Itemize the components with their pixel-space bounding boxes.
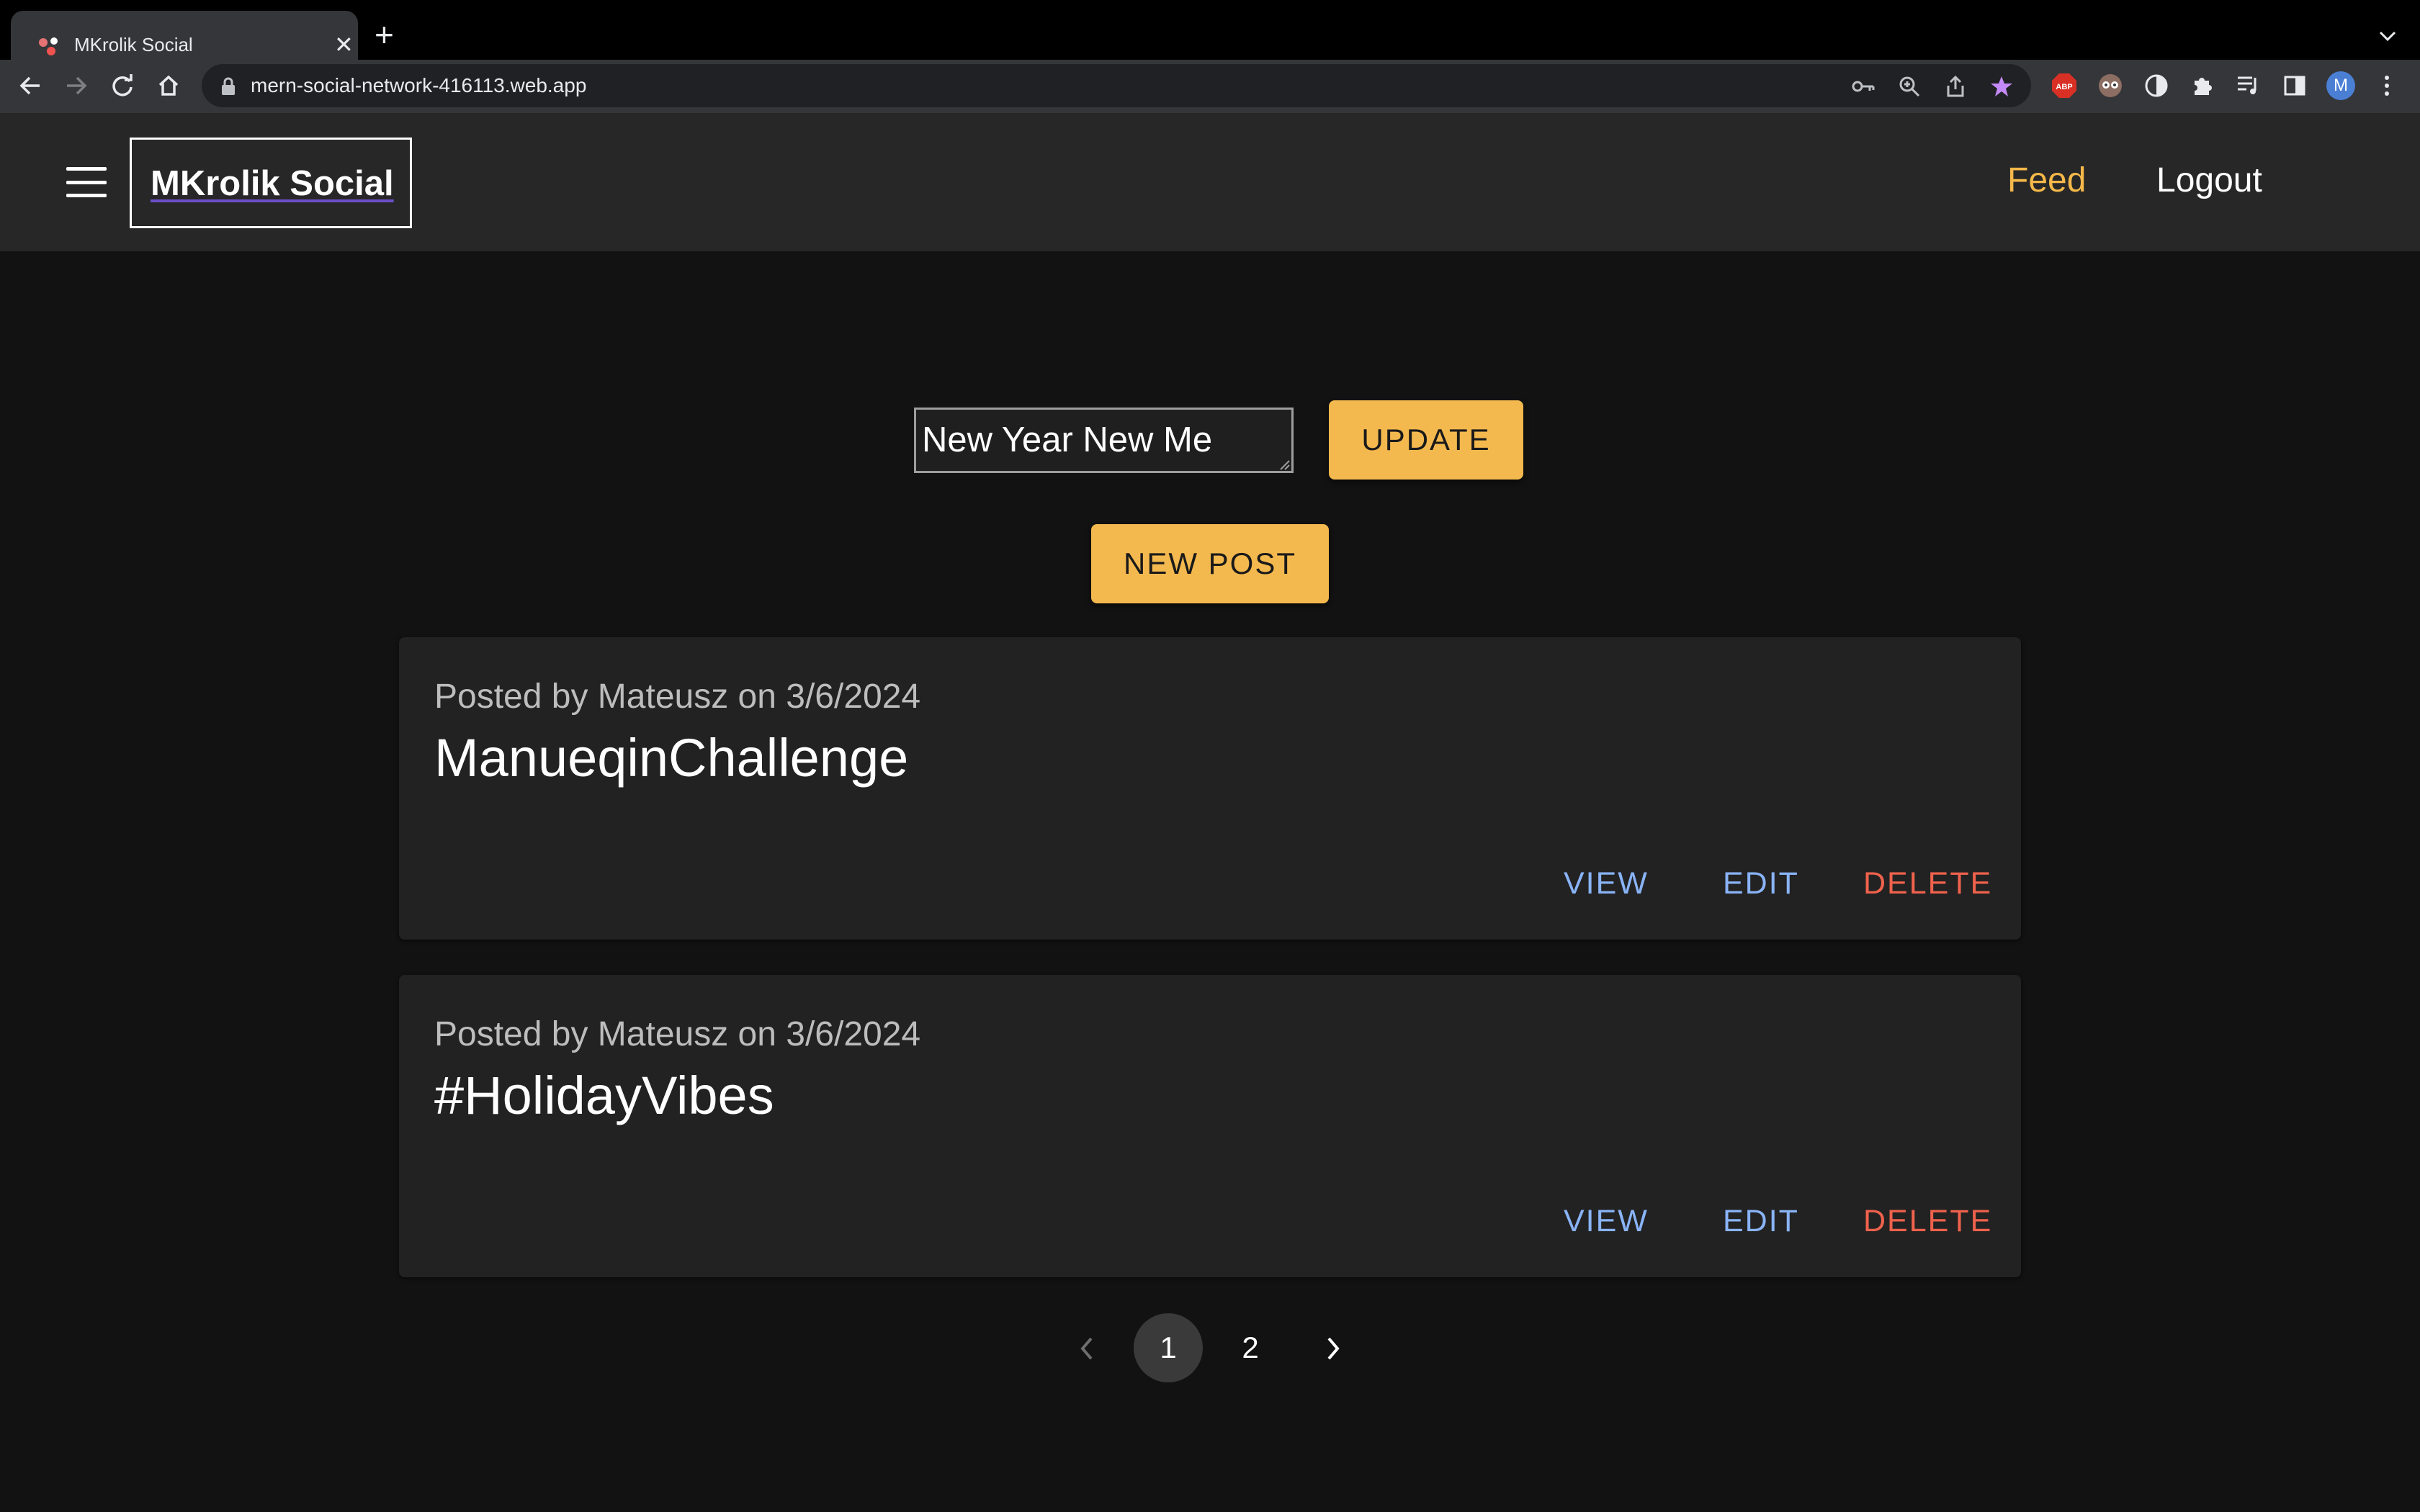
pagination-next-icon[interactable]	[1315, 1331, 1351, 1367]
new-tab-icon[interactable]: +	[375, 16, 394, 53]
tab-close-icon[interactable]: ✕	[334, 31, 354, 58]
new-post-button[interactable]: NEW POST	[1091, 524, 1329, 603]
bookmark-star-icon[interactable]	[1989, 74, 2014, 99]
site-favicon-icon	[39, 37, 58, 55]
app-header: MKrolik Social Feed Logout	[0, 113, 2420, 251]
post-meta: Posted by Mateusz on 3/6/2024	[434, 1015, 921, 1053]
media-queue-icon[interactable]	[2234, 71, 2263, 100]
post-title: ManueqinChallenge	[434, 728, 909, 788]
pagination-page-1[interactable]: 1	[1134, 1313, 1203, 1382]
view-post-button[interactable]: VIEW	[1564, 866, 1649, 901]
tab-title: MKrolik Social	[74, 34, 193, 55]
forward-icon[interactable]	[60, 70, 92, 102]
post-title: #HolidayVibes	[434, 1066, 774, 1125]
post-card: Posted by Mateusz on 3/6/2024 #HolidayVi…	[399, 975, 2021, 1277]
brand-logo-link[interactable]: MKrolik Social	[130, 138, 412, 228]
dark-mode-extension-icon[interactable]	[2142, 71, 2171, 100]
brand-title: MKrolik Social	[151, 164, 394, 203]
home-icon[interactable]	[153, 70, 184, 102]
delete-post-button[interactable]: DELETE	[1863, 866, 1992, 901]
side-panel-icon[interactable]	[2280, 71, 2309, 100]
hamburger-menu-icon[interactable]	[66, 167, 107, 197]
pagination-prev-icon[interactable]	[1069, 1331, 1105, 1367]
password-key-icon[interactable]	[1851, 74, 1876, 99]
view-post-button[interactable]: VIEW	[1564, 1204, 1649, 1239]
address-bar[interactable]: mern-social-network-416113.web.app	[202, 64, 2031, 107]
post-card: Posted by Mateusz on 3/6/2024 ManueqinCh…	[399, 637, 2021, 940]
delete-post-button[interactable]: DELETE	[1863, 1204, 1992, 1239]
nav-link-feed[interactable]: Feed	[2007, 161, 2086, 200]
share-icon[interactable]	[1943, 74, 1968, 99]
back-icon[interactable]	[14, 70, 46, 102]
browser-toolbar: mern-social-network-416113.web.app ABP M	[0, 60, 2420, 113]
glasses-extension-icon[interactable]	[2096, 71, 2125, 100]
edit-post-button[interactable]: EDIT	[1723, 1204, 1799, 1239]
svg-text:ABP: ABP	[2056, 83, 2072, 91]
reload-icon[interactable]	[107, 70, 138, 102]
textarea-resize-grip-icon[interactable]	[1278, 458, 1291, 471]
update-button[interactable]: UPDATE	[1329, 400, 1523, 480]
browser-tab[interactable]: MKrolik Social ✕	[11, 11, 358, 60]
adblock-extension-icon[interactable]: ABP	[2050, 71, 2079, 100]
edit-post-button[interactable]: EDIT	[1723, 866, 1799, 901]
pagination-page-2[interactable]: 2	[1216, 1313, 1285, 1382]
profile-avatar-icon[interactable]: M	[2326, 71, 2355, 100]
post-title-input[interactable]: New Year New Me	[914, 408, 1294, 473]
browser-menu-kebab-icon[interactable]	[2372, 71, 2401, 100]
post-meta: Posted by Mateusz on 3/6/2024	[434, 678, 921, 716]
extensions-puzzle-icon[interactable]	[2188, 71, 2217, 100]
zoom-icon[interactable]	[1897, 74, 1922, 99]
url-text: mern-social-network-416113.web.app	[251, 74, 587, 96]
tab-search-chevron-icon[interactable]	[2378, 29, 2397, 43]
nav-link-logout[interactable]: Logout	[2156, 161, 2262, 200]
lock-icon	[222, 77, 235, 95]
browser-tab-strip: MKrolik Social ✕ +	[0, 0, 2420, 60]
